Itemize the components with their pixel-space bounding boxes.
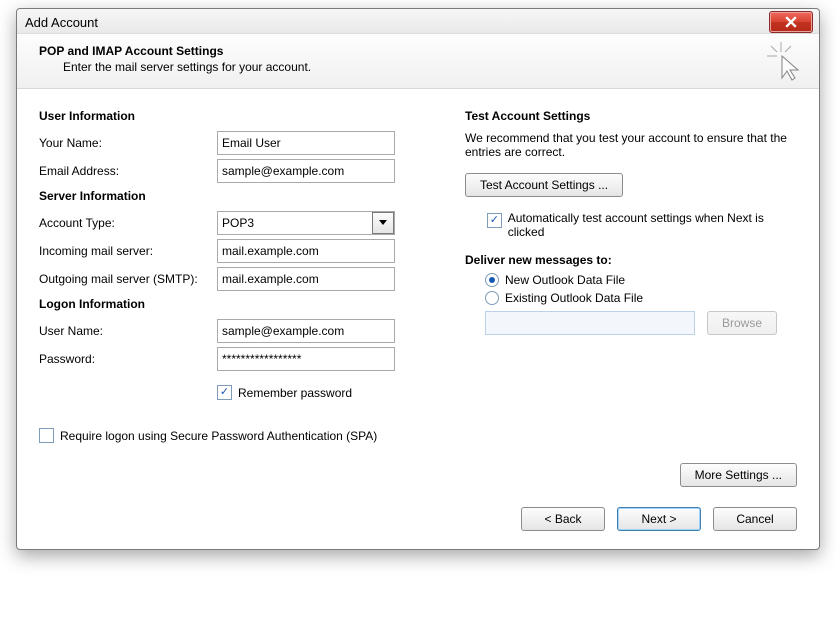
titlebar: Add Account (17, 9, 819, 34)
left-column: User Information Your Name: Email Addres… (39, 103, 439, 453)
banner-title: POP and IMAP Account Settings (39, 44, 801, 58)
existing-data-file-radio[interactable]: Existing Outlook Data File (485, 291, 797, 305)
radio-selected-icon (485, 273, 499, 287)
username-label: User Name: (39, 324, 217, 338)
your-name-label: Your Name: (39, 136, 217, 150)
existing-data-file-label: Existing Outlook Data File (505, 291, 643, 305)
new-data-file-label: New Outlook Data File (505, 273, 625, 287)
content-area: User Information Your Name: Email Addres… (17, 89, 819, 463)
account-type-value[interactable] (217, 211, 395, 235)
radio-unselected-icon (485, 291, 499, 305)
spa-label: Require logon using Secure Password Auth… (60, 429, 377, 443)
cancel-button[interactable]: Cancel (713, 507, 797, 531)
checkmark-icon: ✓ (487, 213, 502, 228)
test-settings-description: We recommend that you test your account … (465, 131, 797, 159)
logon-information-heading: Logon Information (39, 297, 439, 311)
outgoing-server-label: Outgoing mail server (SMTP): (39, 272, 217, 286)
server-information-heading: Server Information (39, 189, 439, 203)
password-label: Password: (39, 352, 217, 366)
email-address-label: Email Address: (39, 164, 217, 178)
banner-subtitle: Enter the mail server settings for your … (63, 60, 801, 74)
more-settings-button[interactable]: More Settings ... (680, 463, 797, 487)
window-title: Add Account (25, 15, 98, 30)
remember-password-label: Remember password (238, 386, 352, 400)
browse-button: Browse (707, 311, 777, 335)
add-account-window: Add Account POP and IMAP Account Setting… (16, 8, 820, 550)
user-information-heading: User Information (39, 109, 439, 123)
account-type-dropdown-button[interactable] (372, 212, 394, 234)
your-name-input[interactable] (217, 131, 395, 155)
email-address-input[interactable] (217, 159, 395, 183)
checkmark-icon: ✓ (217, 385, 232, 400)
outgoing-server-input[interactable] (217, 267, 395, 291)
auto-test-checkbox[interactable]: Automatically test account settings when… (508, 211, 797, 239)
banner: POP and IMAP Account Settings Enter the … (17, 34, 819, 89)
close-button[interactable] (769, 11, 813, 33)
account-type-select[interactable] (217, 211, 395, 235)
account-type-label: Account Type: (39, 216, 217, 230)
incoming-server-input[interactable] (217, 239, 395, 263)
right-column: Test Account Settings We recommend that … (465, 103, 797, 453)
incoming-server-label: Incoming mail server: (39, 244, 217, 258)
footer: < Back Next > Cancel (17, 493, 819, 549)
test-settings-heading: Test Account Settings (465, 109, 797, 123)
test-account-settings-button[interactable]: Test Account Settings ... (465, 173, 623, 197)
remember-password-checkbox[interactable]: ✓ Remember password (217, 385, 352, 400)
new-data-file-radio[interactable]: New Outlook Data File (485, 273, 797, 287)
existing-data-file-input (485, 311, 695, 335)
back-button[interactable]: < Back (521, 507, 605, 531)
deliver-heading: Deliver new messages to: (465, 253, 797, 267)
chevron-down-icon (379, 220, 387, 226)
close-icon (785, 16, 797, 28)
checkbox-empty-icon (39, 428, 54, 443)
password-input[interactable] (217, 347, 395, 371)
spa-checkbox[interactable]: Require logon using Secure Password Auth… (39, 428, 377, 443)
cursor-star-icon (767, 42, 801, 82)
next-button[interactable]: Next > (617, 507, 701, 531)
username-input[interactable] (217, 319, 395, 343)
